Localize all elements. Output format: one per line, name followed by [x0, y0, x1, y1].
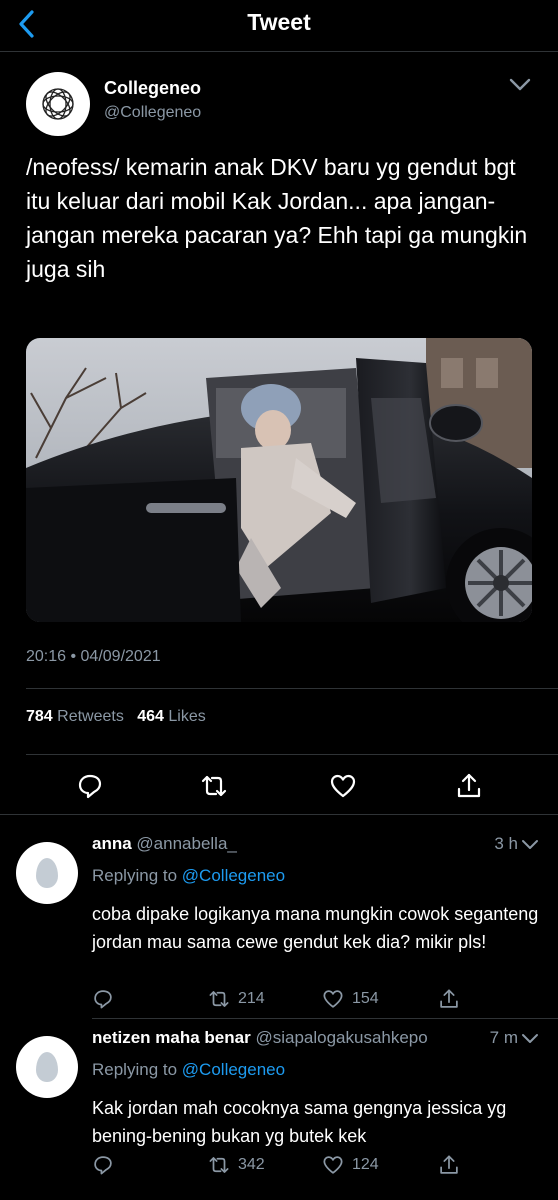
share-button[interactable] — [438, 1154, 460, 1176]
reply-author-handle[interactable]: @annabella_ — [136, 834, 236, 853]
reply-time: 7 m — [490, 1028, 540, 1048]
reply-button[interactable] — [92, 988, 114, 1010]
logo-icon — [42, 88, 74, 120]
tweet-photo — [26, 338, 532, 622]
retweet-count: 342 — [238, 1156, 265, 1173]
divider — [26, 688, 558, 689]
retweet-button[interactable]: 214 — [208, 988, 265, 1010]
reply-time-label: 7 m — [489, 1028, 518, 1047]
reply-header: netizen maha benar @siapalogakusahkepo — [92, 1028, 428, 1048]
reply-icon — [94, 990, 112, 1009]
reply-time-label: 3 h — [494, 834, 518, 853]
reply-icon — [94, 1156, 112, 1175]
reply-actions: 214 154 — [92, 988, 532, 1016]
like-button[interactable]: 154 — [322, 988, 379, 1010]
reply-button[interactable] — [92, 1154, 114, 1176]
reply-button[interactable] — [76, 772, 104, 800]
retweet-icon — [209, 1157, 229, 1173]
tweet-options-button[interactable] — [508, 72, 532, 96]
share-icon — [457, 773, 481, 798]
reply-author-name[interactable]: netizen maha benar — [92, 1028, 251, 1047]
reply-text: Kak jordan mah cocoknya sama gengnya jes… — [92, 1098, 507, 1146]
tweet-image[interactable] — [26, 338, 532, 622]
share-button[interactable] — [455, 772, 483, 800]
reply-tweet[interactable]: netizen maha benar @siapalogakusahkepo 7… — [0, 1028, 558, 1200]
author-avatar[interactable] — [26, 72, 90, 136]
author-handle[interactable]: @Collegeneo — [104, 104, 201, 122]
like-button[interactable]: 124 — [322, 1154, 379, 1176]
reply-tweet[interactable]: anna @annabella_ 3 h Replying to @Colleg… — [0, 834, 558, 1016]
replying-label: Replying to — [92, 866, 178, 885]
retweet-icon — [201, 775, 227, 797]
tweet-actions — [0, 764, 558, 808]
default-avatar-icon — [36, 1052, 58, 1082]
replying-label: Replying to — [92, 1060, 178, 1079]
like-button[interactable] — [329, 772, 357, 800]
tweet-text: /neofess/ kemarin anak DKV baru yg gendu… — [26, 154, 528, 282]
replying-to: Replying to @Collegeneo — [92, 866, 285, 886]
top-nav-bar: Tweet — [0, 0, 558, 52]
retweets-stat[interactable]: 784 Retweets — [26, 708, 124, 725]
reply-author-handle[interactable]: @siapalogakusahkepo — [255, 1028, 427, 1047]
retweet-count: 214 — [238, 990, 265, 1007]
like-icon — [323, 990, 343, 1008]
default-avatar-icon — [36, 858, 58, 888]
tweet-stats: 784 Retweets 464 Likes — [26, 708, 206, 726]
tweet-author: Collegeneo @Collegeneo — [26, 72, 532, 138]
author-name[interactable]: Collegeneo — [104, 78, 201, 99]
reply-header: anna @annabella_ — [92, 834, 237, 854]
retweets-label: Retweets — [57, 708, 124, 725]
reply-actions: 342 124 — [92, 1154, 532, 1182]
likes-count: 464 — [137, 708, 164, 725]
like-icon — [323, 1156, 343, 1174]
retweet-button[interactable] — [200, 772, 228, 800]
divider — [0, 814, 558, 815]
retweet-icon — [209, 991, 229, 1007]
share-icon — [440, 1155, 458, 1174]
retweets-count: 784 — [26, 708, 53, 725]
reply-avatar[interactable] — [16, 842, 78, 904]
reply-author-name[interactable]: anna — [92, 834, 132, 853]
chevron-down-icon[interactable] — [520, 1028, 540, 1048]
replying-to: Replying to @Collegeneo — [92, 1060, 285, 1080]
replying-to-link[interactable]: @Collegeneo — [182, 1060, 285, 1079]
likes-label: Likes — [168, 708, 206, 725]
chevron-down-icon — [509, 78, 531, 91]
likes-stat[interactable]: 464 Likes — [137, 708, 206, 725]
page-title: Tweet — [247, 9, 311, 35]
share-icon — [440, 989, 458, 1008]
like-count: 124 — [352, 1156, 379, 1173]
tweet-timestamp: 20:16 • 04/09/2021 — [26, 648, 161, 665]
reply-text: coba dipake logikanya mana mungkin cowok… — [92, 904, 539, 952]
divider — [26, 754, 558, 755]
reply-time: 3 h — [494, 834, 540, 854]
like-icon — [330, 774, 356, 798]
reply-icon — [78, 774, 102, 799]
share-button[interactable] — [438, 988, 460, 1010]
reply-avatar[interactable] — [16, 1036, 78, 1098]
replying-to-link[interactable]: @Collegeneo — [182, 866, 285, 885]
like-count: 154 — [352, 990, 379, 1007]
divider — [92, 1018, 558, 1019]
chevron-down-icon[interactable] — [520, 834, 540, 854]
retweet-button[interactable]: 342 — [208, 1154, 265, 1176]
